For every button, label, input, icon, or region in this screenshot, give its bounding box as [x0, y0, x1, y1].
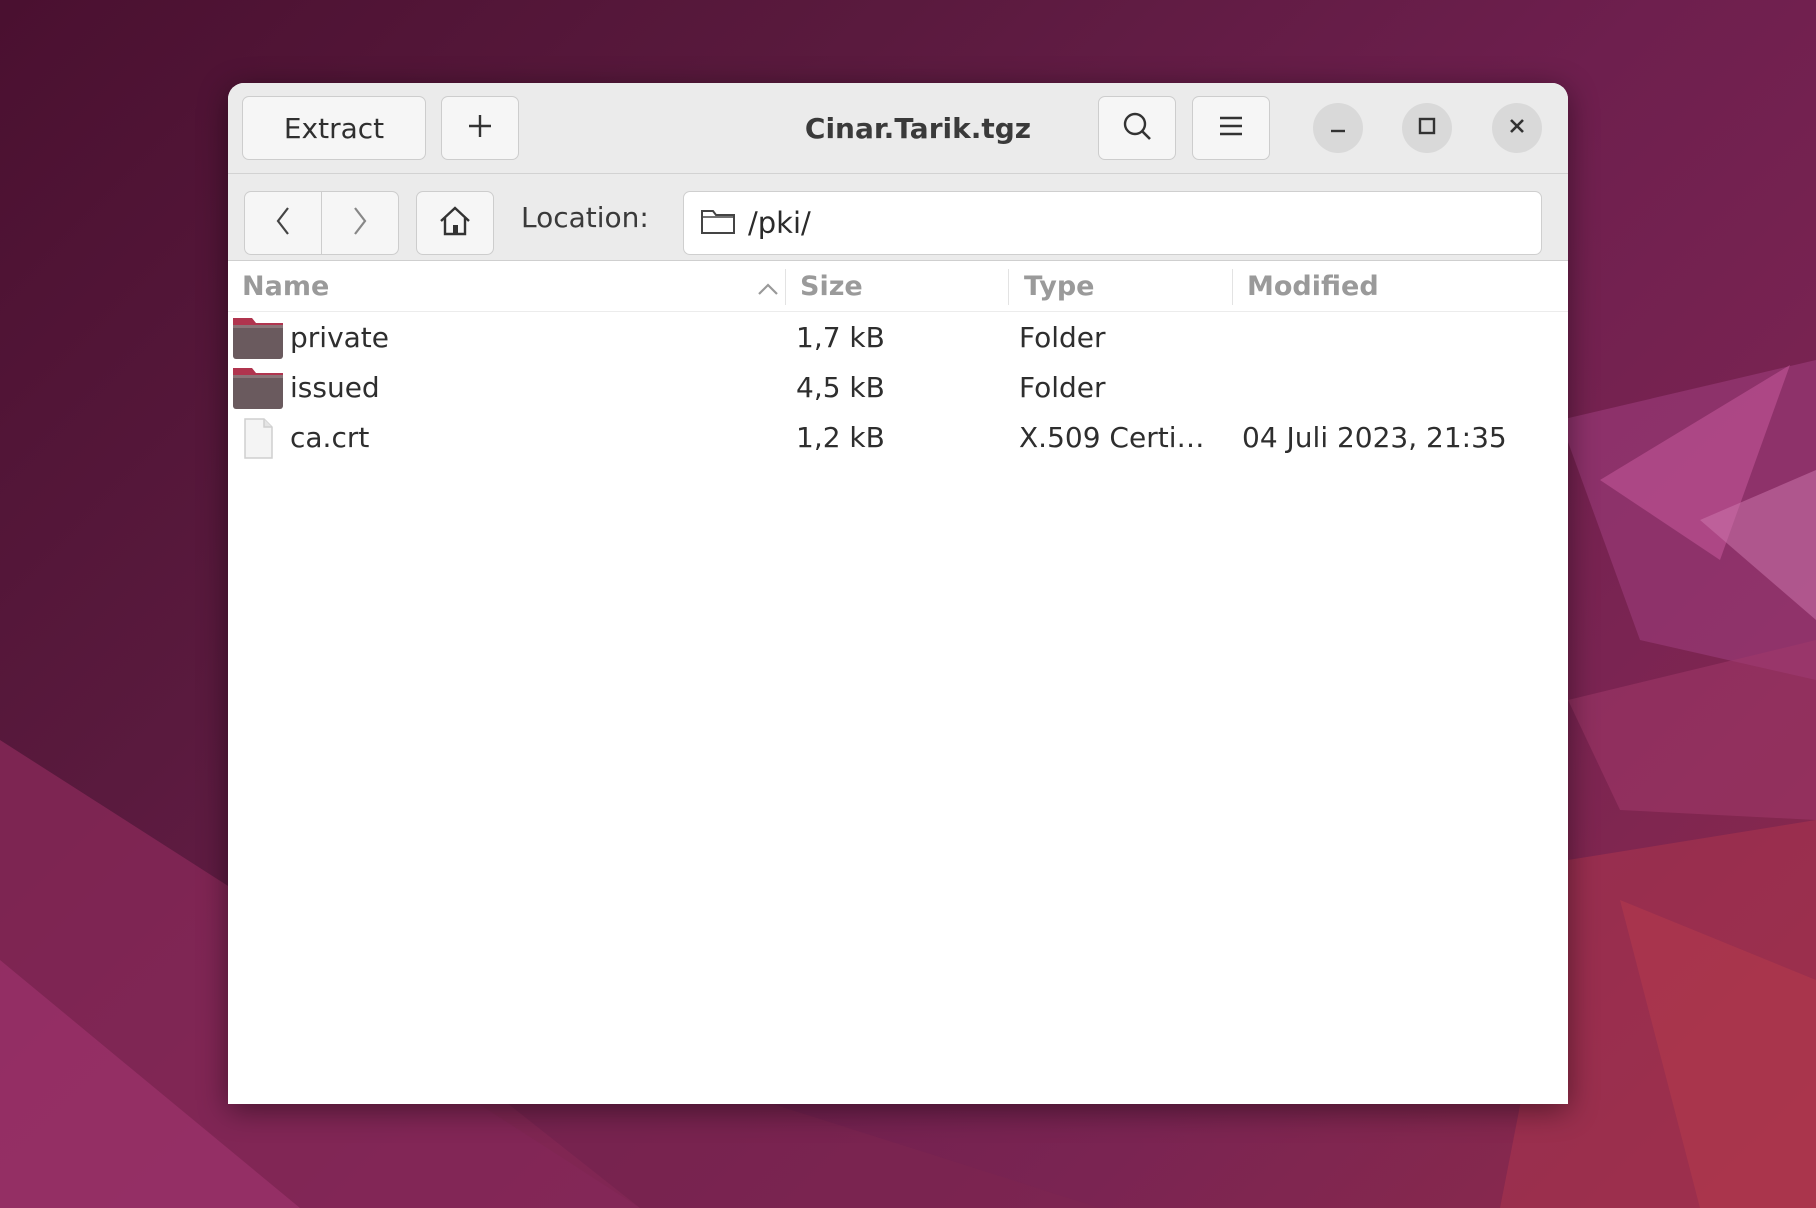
maximize-icon: [1417, 116, 1437, 140]
file-type: Folder: [1019, 320, 1106, 354]
column-header-modified[interactable]: Modified: [1247, 261, 1547, 311]
minimize-icon: [1328, 116, 1348, 140]
file-size: 1,2 kB: [796, 420, 885, 454]
chevron-left-icon: [273, 205, 293, 241]
close-icon: [1507, 116, 1527, 140]
file-icon: [232, 416, 284, 460]
file-row-private[interactable]: private 1,7 kB Folder: [228, 312, 1568, 362]
location-path: /pki/: [748, 206, 811, 240]
close-button[interactable]: [1492, 103, 1542, 153]
desktop: Extract Cinar.Tarik.tgz Location: /pki/ …: [0, 0, 1816, 1208]
column-header-name[interactable]: Name: [242, 261, 782, 311]
file-name: issued: [290, 370, 380, 404]
location-field[interactable]: /pki/: [683, 191, 1542, 255]
chevron-right-icon: [350, 205, 370, 241]
search-icon: [1121, 110, 1153, 146]
window-title: Cinar.Tarik.tgz: [804, 111, 1032, 145]
column-name-label: Name: [242, 270, 330, 302]
back-button[interactable]: [244, 191, 322, 255]
folder-outline-icon: [700, 207, 736, 239]
file-type: Folder: [1019, 370, 1106, 404]
column-separator: [785, 269, 786, 305]
file-row-ca-crt[interactable]: ca.crt 1,2 kB X.509 Certi… 04 Juli 2023,…: [228, 412, 1568, 462]
minimize-button[interactable]: [1313, 103, 1363, 153]
folder-icon: [232, 316, 284, 360]
location-label: Location:: [521, 200, 649, 234]
plus-icon: [467, 113, 493, 143]
column-size-label: Size: [800, 270, 863, 302]
extract-button[interactable]: Extract: [242, 96, 426, 160]
file-size: 1,7 kB: [796, 320, 885, 354]
column-separator: [1232, 269, 1233, 305]
home-button[interactable]: [416, 191, 494, 255]
column-separator: [1008, 269, 1009, 305]
forward-button[interactable]: [321, 191, 399, 255]
file-modified: [1242, 362, 1562, 412]
file-name: private: [290, 320, 389, 354]
header-bar: Extract Cinar.Tarik.tgz: [228, 83, 1568, 174]
location-toolbar: Location: /pki/: [228, 174, 1568, 261]
column-modified-label: Modified: [1247, 270, 1379, 302]
home-icon: [438, 205, 472, 241]
file-modified: [1242, 312, 1562, 362]
column-header-type[interactable]: Type: [1024, 261, 1234, 311]
maximize-button[interactable]: [1402, 103, 1452, 153]
archive-manager-window: Extract Cinar.Tarik.tgz Location: /pki/ …: [228, 83, 1568, 1104]
add-files-button[interactable]: [441, 96, 519, 160]
file-type: X.509 Certi…: [1019, 420, 1205, 454]
column-type-label: Type: [1024, 270, 1095, 302]
folder-icon: [232, 366, 284, 410]
hamburger-menu-icon: [1218, 115, 1244, 141]
file-list-header: Name Size Type Modified: [228, 261, 1568, 312]
menu-button[interactable]: [1192, 96, 1270, 160]
column-header-size[interactable]: Size: [800, 261, 1010, 311]
file-list: private 1,7 kB Folder issued 4,5 kB Fold…: [228, 312, 1568, 462]
file-name: ca.crt: [290, 420, 370, 454]
sort-ascending-icon: [756, 275, 780, 306]
search-button[interactable]: [1098, 96, 1176, 160]
file-row-issued[interactable]: issued 4,5 kB Folder: [228, 362, 1568, 412]
file-modified: 04 Juli 2023, 21:35: [1242, 420, 1507, 454]
extract-button-label: Extract: [283, 111, 385, 145]
file-size: 4,5 kB: [796, 370, 885, 404]
